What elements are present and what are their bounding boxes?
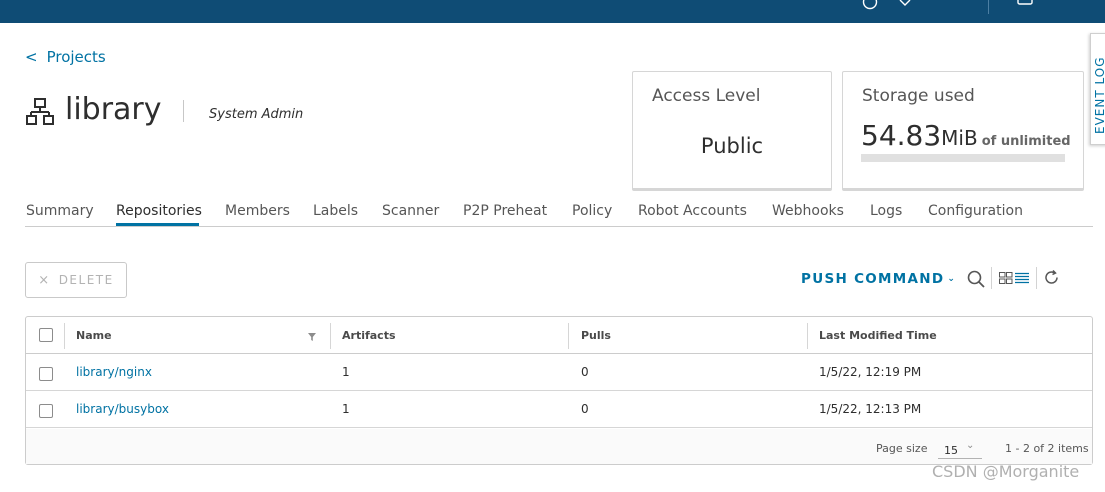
repositories-table: Name Artifacts Pulls Last Modified Time … [25,316,1093,465]
repository-name-link[interactable]: library/busybox [76,402,169,416]
event-log-label: EVENT LOG [1093,56,1105,135]
last-modified-time: 1/5/22, 12:13 PM [819,402,922,416]
delete-button-label: DELETE [58,273,114,287]
chevron-down-icon: ⌄ [966,440,975,451]
close-icon: × [38,272,51,288]
top-header-bar [0,0,1105,23]
column-divider [330,323,331,349]
chevron-down-icon: ⌄ [947,274,957,284]
pulls-count: 0 [581,402,589,416]
column-header-artifacts[interactable]: Artifacts [342,329,396,342]
column-divider [568,323,569,349]
card-view-icon[interactable] [999,272,1013,284]
storage-amount: 54.83 [861,119,942,152]
tab-webhooks[interactable]: Webhooks [772,203,844,219]
project-role: System Admin [209,107,304,122]
storage-limit: of unlimited [981,134,1071,149]
pagination-count: 1 - 2 of 2 items [1005,442,1089,455]
access-level-title: Access Level [652,86,761,106]
storage-used-title: Storage used [862,86,975,106]
chevron-down-icon[interactable] [899,0,911,6]
filter-icon[interactable] [307,332,317,342]
project-title: library [65,92,162,127]
tab-repositories[interactable]: Repositories [116,203,202,219]
pulls-count: 0 [581,365,589,379]
title-divider [183,100,184,122]
tab-summary[interactable]: Summary [26,203,94,219]
storage-unit: MiB [941,126,978,150]
refresh-icon[interactable] [1043,269,1060,286]
search-icon[interactable] [966,269,986,289]
table-header: Name Artifacts Pulls Last Modified Time [26,317,1092,354]
watermark: CSDN @Morganite [932,462,1080,481]
delete-button[interactable]: × DELETE [25,262,127,298]
breadcrumb-chevron: < [25,48,38,66]
column-header-name[interactable]: Name [76,329,112,342]
user-icon[interactable] [1016,0,1034,5]
storage-progress-bar [861,154,1065,162]
tab-members[interactable]: Members [225,203,290,219]
breadcrumb-label: Projects [46,48,106,66]
table-footer: Page size 15 ⌄ 1 - 2 of 2 items [26,429,1092,464]
page-size-value: 15 [944,444,958,457]
event-log-tab[interactable]: EVENT LOG [1090,33,1105,145]
page-size-label: Page size [876,442,928,455]
list-view-icon[interactable] [1015,272,1029,284]
tab-robot-accounts[interactable]: Robot Accounts [638,203,747,219]
row-checkbox[interactable] [39,404,53,418]
push-command-label: PUSH COMMAND [801,271,945,287]
row-checkbox[interactable] [39,367,53,381]
storage-used-value: 54.83MiB of unlimited [861,119,1071,152]
tab-labels[interactable]: Labels [313,203,358,219]
tab-configuration[interactable]: Configuration [928,203,1023,219]
push-command-dropdown[interactable]: PUSH COMMAND ⌄ [801,271,956,287]
project-organization-icon [26,98,54,125]
tab-scanner[interactable]: Scanner [382,203,439,219]
storage-used-card: Storage used 54.83MiB of unlimited [842,71,1084,191]
table-row: library/busybox 1 0 1/5/22, 12:13 PM [26,391,1092,428]
toolbar-divider [1036,267,1037,289]
tab-logs[interactable]: Logs [870,203,902,219]
tab-policy[interactable]: Policy [572,203,612,219]
help-icon[interactable] [862,0,878,10]
table-row: library/nginx 1 0 1/5/22, 12:19 PM [26,354,1092,391]
active-tab-indicator [116,223,199,226]
breadcrumb-projects-link[interactable]: < Projects [25,48,106,66]
column-header-last-modified[interactable]: Last Modified Time [819,329,937,342]
artifacts-count: 1 [342,365,350,379]
column-header-pulls[interactable]: Pulls [581,329,611,342]
repository-name-link[interactable]: library/nginx [76,365,152,379]
column-divider [64,323,65,349]
toolbar-divider [991,267,992,289]
access-level-card: Access Level Public [632,71,832,191]
artifacts-count: 1 [342,402,350,416]
access-level-value: Public [700,134,764,158]
tab-p2p-preheat[interactable]: P2P Preheat [463,203,547,219]
column-divider [807,323,808,349]
page-size-select[interactable]: 15 ⌄ [938,437,982,459]
last-modified-time: 1/5/22, 12:19 PM [819,365,922,379]
project-tabs: Summary Repositories Members Labels Scan… [25,200,1093,227]
select-all-checkbox[interactable] [39,328,53,342]
header-divider [988,0,989,14]
